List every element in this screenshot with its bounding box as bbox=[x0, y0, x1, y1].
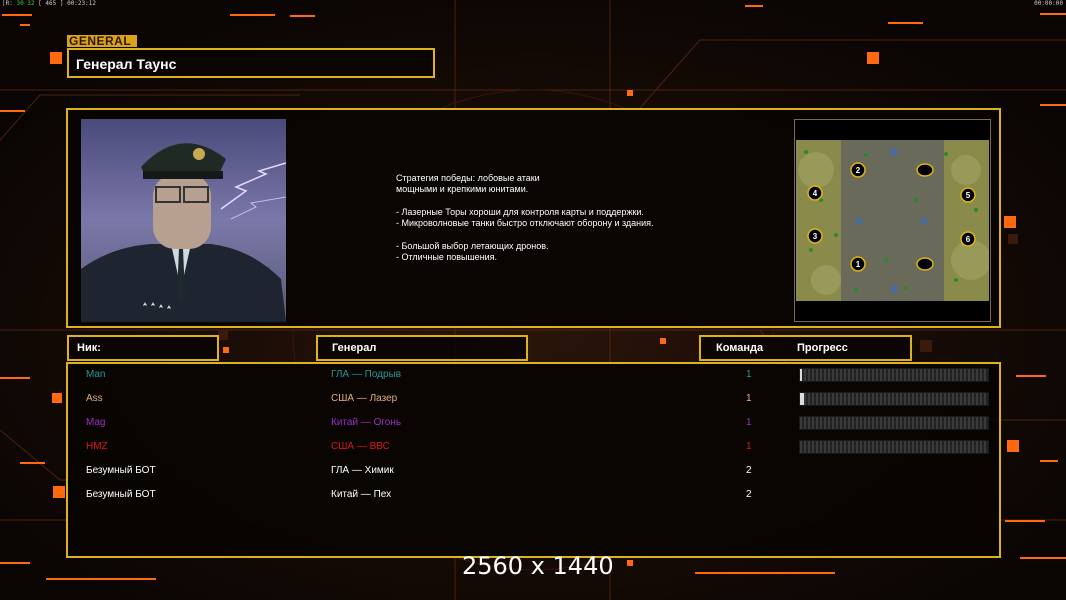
general-name: Генерал Таунс bbox=[76, 56, 177, 72]
general-info-panel: Стратегия победы: лобовые атаки мощными … bbox=[66, 108, 1001, 328]
general-portrait bbox=[81, 119, 286, 322]
header-general: Генерал bbox=[316, 335, 528, 361]
start-position: 1 bbox=[856, 260, 861, 269]
description-line bbox=[396, 229, 654, 240]
start-position: 6 bbox=[966, 235, 971, 244]
header-team-progress: Команда Прогресс bbox=[699, 335, 912, 361]
minimap-frame: 2 4 5 3 6 1 bbox=[794, 119, 991, 322]
hud-clock: 00:00:00 bbox=[1034, 0, 1063, 7]
header-general-label: Генерал bbox=[332, 342, 377, 354]
player-team: 1 bbox=[746, 369, 752, 380]
header-nick: Ник: bbox=[67, 335, 219, 361]
player-general: США — Лазер bbox=[331, 393, 398, 404]
player-general: ГЛА — Подрыв bbox=[331, 369, 402, 380]
start-position: 2 bbox=[856, 166, 861, 175]
player-progress-fill bbox=[800, 393, 804, 405]
resolution-label: 2560 x 1440 bbox=[462, 552, 614, 580]
player-general: Китай — Огонь bbox=[331, 417, 402, 428]
player-general: Китай — Пех bbox=[331, 489, 392, 500]
description-line bbox=[396, 196, 654, 207]
start-position: 4 bbox=[813, 189, 818, 198]
player-row: Mag Китай — Огонь 1 bbox=[68, 413, 999, 433]
player-nick: Безумный БОТ bbox=[86, 465, 156, 476]
player-progress-bar bbox=[799, 440, 989, 454]
player-team: 1 bbox=[746, 417, 752, 428]
description-line: - Микроволновые танки быстро отключают о… bbox=[396, 218, 654, 229]
player-team: 1 bbox=[746, 441, 752, 452]
player-team: 2 bbox=[746, 465, 752, 476]
description-line: - Отличные повышения. bbox=[396, 252, 498, 263]
description-line: - Большой выбор летающих дронов. bbox=[396, 240, 549, 251]
player-nick: Man bbox=[86, 369, 106, 380]
start-position-empty bbox=[916, 257, 934, 271]
player-nick: HMZ bbox=[86, 441, 108, 452]
player-progress-bar bbox=[799, 368, 989, 382]
header-team-label: Команда bbox=[716, 342, 764, 354]
player-nick: Ass bbox=[86, 393, 103, 404]
player-nick: Безумный БОТ bbox=[86, 489, 156, 500]
general-portrait-image bbox=[81, 119, 286, 322]
player-row: Man ГЛА — Подрыв 1 bbox=[68, 365, 999, 385]
player-row: Ass США — Лазер 1 bbox=[68, 389, 999, 409]
general-title-box: Генерал Таунс bbox=[67, 48, 435, 78]
start-position-empty bbox=[916, 163, 934, 177]
player-progress-bar bbox=[799, 392, 989, 406]
player-progress-bar bbox=[799, 416, 989, 430]
player-row: Безумный БОТ Китай — Пех 2 bbox=[68, 485, 999, 505]
header-progress-label: Прогресс bbox=[797, 342, 848, 354]
player-row: HMZ США — ВВС 1 bbox=[68, 437, 999, 457]
player-team: 1 bbox=[746, 393, 752, 404]
player-general: США — ВВС bbox=[331, 441, 390, 452]
description-line: - Лазерные Торы хороши для контроля карт… bbox=[396, 206, 644, 217]
players-panel: Man ГЛА — Подрыв 1 Ass США — Лазер 1 Mag… bbox=[66, 362, 1001, 558]
player-nick: Mag bbox=[86, 417, 106, 428]
player-progress-fill bbox=[800, 369, 802, 381]
description-line: Стратегия победы: лобовые атаки bbox=[396, 173, 540, 183]
player-team: 2 bbox=[746, 489, 752, 500]
player-general: ГЛА — Химик bbox=[331, 465, 394, 476]
player-row: Безумный БОТ ГЛА — Химик 2 bbox=[68, 461, 999, 481]
start-position: 3 bbox=[813, 232, 818, 241]
description-line: мощными и крепкими юнитами. bbox=[396, 184, 529, 195]
hud-stats: |R: 30 32 [ 465 ] 00:23:12 bbox=[2, 0, 96, 7]
start-position: 5 bbox=[966, 191, 971, 200]
header-nick-label: Ник: bbox=[77, 342, 101, 354]
general-tag: GENERAL bbox=[67, 34, 137, 48]
minimap-start-positions: 2 4 5 3 6 1 bbox=[807, 162, 976, 272]
general-description: Стратегия победы: лобовые атаки мощными … bbox=[396, 173, 654, 263]
general-tag-label: GENERAL bbox=[69, 34, 132, 48]
